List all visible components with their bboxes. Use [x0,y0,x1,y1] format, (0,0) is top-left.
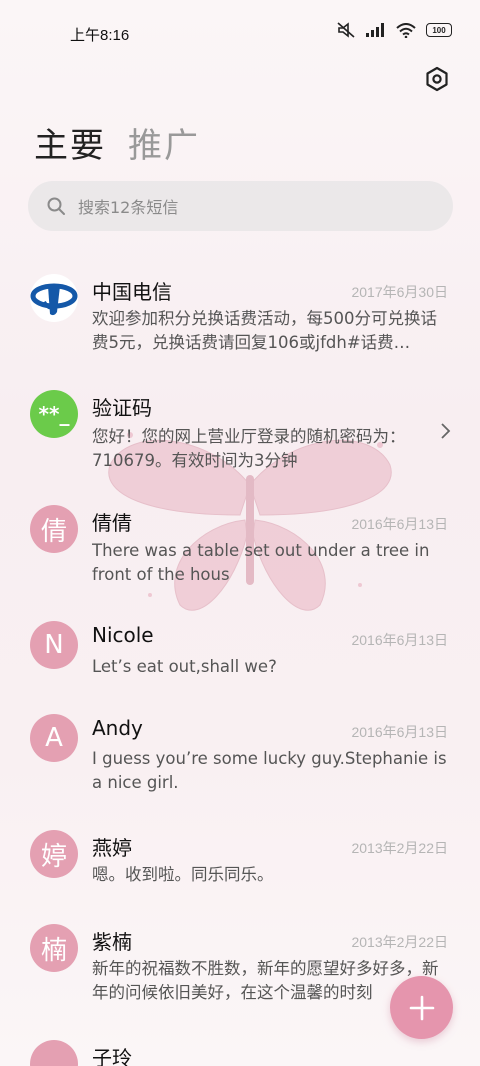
message-snippet: 欢迎参加积分兑换话费活动，每500分可兑换话费5元，兑换话费请回复106或jfd… [92,309,437,352]
avatar: 楠 [30,924,78,972]
mute-icon [336,22,356,38]
message-snippet: I guess you’re some lucky guy.Stephanie … [92,749,447,792]
contact-name: 燕婷 [92,836,132,860]
conversation-item[interactable]: 婷 燕婷 2013年2月22日 嗯。收到啦。同乐同乐。 [0,828,480,908]
contact-name: 子玲 [92,1046,132,1066]
contact-name: 中国电信 [92,280,172,304]
tab-main[interactable]: 主要 [34,118,106,167]
plus-icon [409,995,434,1020]
contact-name: 倩倩 [92,511,132,535]
message-date: 2013年2月22日 [351,840,448,856]
tab-promotions[interactable]: 推广 [128,118,200,167]
conversation-item[interactable]: N Nicole 2016年6月13日 Let’s eat out,shall … [0,618,480,698]
avatar [30,1040,78,1066]
settings-button[interactable] [424,66,450,92]
avatar [30,274,78,322]
avatar: A [30,714,78,762]
avatar: 倩 [30,505,78,553]
contact-name: Nicole [92,623,154,647]
wifi-icon [396,22,416,38]
conversation-item[interactable]: 子玲 [0,1038,480,1066]
contact-name: 紫楠 [92,930,132,954]
conversation-item[interactable]: 倩 倩倩 2016年6月13日 There was a table set ou… [0,502,480,602]
avatar: 婷 [30,830,78,878]
message-snippet: 您好！您的网上营业厅登录的随机密码为：710679。有效时间为3分钟 [92,427,406,470]
new-message-button[interactable] [390,976,453,1039]
china-telecom-logo-icon [30,283,78,316]
category-tabs: 主要 推广 [34,118,200,167]
battery-icon: 100 [426,23,452,37]
message-date: 2016年6月13日 [351,632,448,648]
message-date: 2016年6月13日 [351,724,448,740]
status-time: 上午8:16 [70,27,130,44]
message-snippet: There was a table set out under a tree i… [92,541,430,584]
conversation-item[interactable]: **_ 验证码 您好！您的网上营业厅登录的随机密码为：710679。有效时间为3… [0,384,480,484]
signal-icon [366,23,386,37]
message-date: 2017年6月30日 [351,284,448,300]
conversation-item[interactable]: A Andy 2016年6月13日 I guess you’re some lu… [0,712,480,812]
conversation-item[interactable]: 中国电信 2017年6月30日 欢迎参加积分兑换话费活动，每500分可兑换话费5… [0,266,480,366]
message-snippet: 嗯。收到啦。同乐同乐。 [92,865,274,884]
search-bar[interactable]: 搜索12条短信 [28,181,453,231]
contact-name: Andy [92,716,143,740]
avatar: N [30,621,78,669]
message-snippet: Let’s eat out,shall we? [92,657,277,676]
message-date: 2016年6月13日 [351,516,448,532]
chevron-right-icon[interactable] [438,422,452,440]
message-date: 2013年2月22日 [351,934,448,950]
contact-name: 验证码 [92,396,152,420]
search-icon [47,197,65,215]
settings-icon [426,66,448,92]
search-placeholder: 搜索12条短信 [78,198,179,217]
status-bar: 上午8:16 100 [0,0,480,64]
avatar: **_ [30,390,78,438]
status-icons: 100 [336,22,452,38]
